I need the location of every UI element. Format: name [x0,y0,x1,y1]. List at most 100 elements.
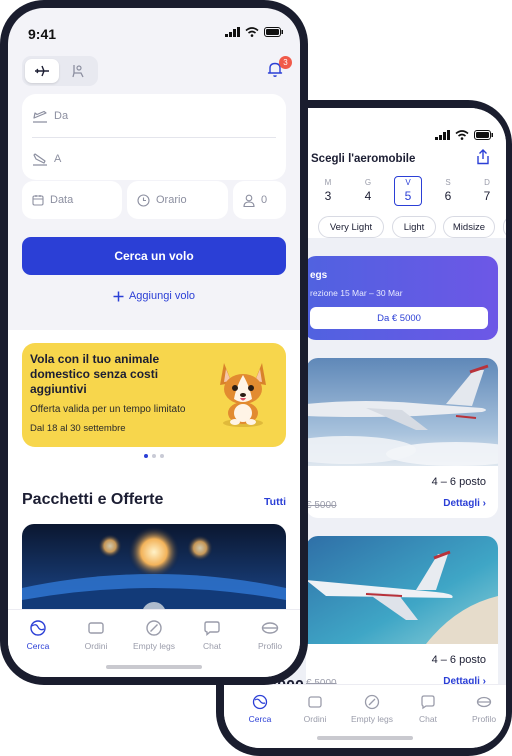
passengers-field[interactable]: 0 [233,181,286,219]
filter-chip-light[interactable]: Light [392,216,436,238]
tab-chat[interactable]: Chat [184,619,240,651]
ticket-icon [308,696,322,708]
battery-icon [264,27,283,37]
aircraft-card[interactable]: 4 – 6 posto € 5000 Dettagli › [306,358,498,518]
carousel-dot[interactable] [152,454,156,458]
battery-icon [474,130,493,140]
tab-empty-legs[interactable]: Empty legs [344,694,400,724]
tab-label: Chat [203,641,221,651]
pet-promo-banner[interactable]: Vola con il tuo animale domestico senza … [22,343,286,447]
date-picker-day[interactable]: D7 [474,178,500,203]
tab-cerca[interactable]: Cerca [10,619,66,651]
home-indicator [317,736,413,740]
carousel-dot[interactable] [144,454,148,458]
origin-field[interactable]: Da [22,96,286,136]
status-icons [225,27,284,37]
carousel-dot[interactable] [160,454,164,458]
details-link[interactable]: Dettagli › [443,498,486,509]
offer-price-button[interactable]: Da € 5000 [310,307,488,329]
tab-profilo[interactable]: Profilo [456,694,506,724]
search-phone: 9:41 3 Da A Data Orario 0 Cerca un volo … [0,0,308,685]
filter-chip-very-light[interactable]: Very Light [318,216,384,238]
filter-chip-more[interactable] [503,216,506,238]
tab-label: Profilo [257,641,283,651]
day-number: 5 [404,189,412,203]
date-field[interactable]: Data [22,181,122,219]
share-icon[interactable] [476,149,490,165]
date-picker-day[interactable]: S6 [435,178,461,203]
chat-icon [204,621,220,636]
wifi-icon [245,27,259,37]
aircraft-card[interactable]: 4 – 6 posto € 5000 Dettagli › [306,536,498,696]
jet-photo-coast [306,536,498,644]
corgi-illustration [220,363,266,427]
aircraft-page-title: Scegli l'aeromobile [311,153,416,165]
app-showcase: Scegli l'aeromobile M3 G4 V5 S6 D7 Very … [0,0,512,756]
status-bar: 9:41 [8,8,300,54]
passengers-count: 0 [261,194,268,206]
promo-subtitle: Offerta valida per un tempo limitato [30,404,186,415]
day-letter: V [405,178,411,187]
tab-label: Ordini [84,641,108,651]
destination-field[interactable]: A [22,139,286,179]
day-number: 3 [324,189,332,203]
notifications-button[interactable]: 3 [266,56,292,82]
tab-label: Chat [419,714,437,724]
date-picker-day[interactable]: M3 [315,178,341,203]
search-globe-icon [30,620,46,636]
landing-icon [33,153,47,166]
promo-dates: Dal 18 al 30 settembre [30,423,126,434]
see-all-link[interactable]: Tutti [264,496,286,508]
time-placeholder: Orario [156,194,187,206]
date-picker-day[interactable]: G4 [355,178,381,203]
promo-title: Vola con il tuo animale domestico senza … [30,352,160,396]
add-flight-button[interactable]: Aggiungi volo [8,290,300,302]
travel-mode-toggle [22,56,98,86]
tab-chat[interactable]: Chat [400,694,456,724]
search-flight-button[interactable]: Cerca un volo [22,237,286,275]
takeoff-icon [33,110,47,123]
add-flight-label: Aggiungi volo [128,290,196,302]
jet-photo-falcon [306,358,498,466]
route-card: Da A [22,94,286,180]
mode-flight[interactable] [25,59,59,83]
tab-label: Empty legs [132,641,176,651]
old-price: € 5000 [306,500,337,511]
bottom-tab-bar: Cerca Ordini Empty legs Chat Profilo [224,684,506,748]
notification-badge: 3 [279,56,292,69]
seats-label: 4 – 6 posto [431,476,486,488]
day-number: 4 [364,189,372,203]
offer-period: rezione 15 Mar – 30 Mar [310,288,403,298]
tab-label: Cerca [248,714,272,724]
signal-icon [435,130,450,140]
mode-seat[interactable] [61,59,95,83]
empty-legs-icon [146,620,162,636]
chat-icon [421,695,435,710]
search-globe-icon [252,694,268,710]
home-indicator [106,665,202,669]
carousel-dots[interactable] [8,454,300,458]
offers-content: Vola con il tuo animale domestico senza … [8,330,300,630]
date-placeholder: Data [50,194,74,206]
day-number: 7 [483,189,491,203]
tab-cerca[interactable]: Cerca [232,694,288,724]
tab-label: Profilo [471,714,497,724]
calendar-icon [32,195,44,206]
clock-icon [137,193,150,207]
route-divider [32,137,276,138]
date-picker-day-selected[interactable]: V5 [394,176,422,206]
filter-chip-midsize[interactable]: Midsize [443,216,495,238]
plus-icon [113,291,124,301]
airplane-icon [35,65,49,77]
time-field[interactable]: Orario [127,181,228,219]
tab-label: Empty legs [350,714,394,724]
destination-placeholder: A [54,153,62,165]
tab-profilo[interactable]: Profilo [242,619,298,651]
wifi-icon [455,130,469,140]
day-letter: G [364,178,372,187]
empty-legs-offer-banner[interactable]: egs rezione 15 Mar – 30 Mar Da € 5000 [304,256,498,340]
tab-ordini[interactable]: Ordini [68,619,124,651]
tab-empty-legs[interactable]: Empty legs [126,619,182,651]
tab-ordini[interactable]: Ordini [287,694,343,724]
status-icons [435,130,494,140]
